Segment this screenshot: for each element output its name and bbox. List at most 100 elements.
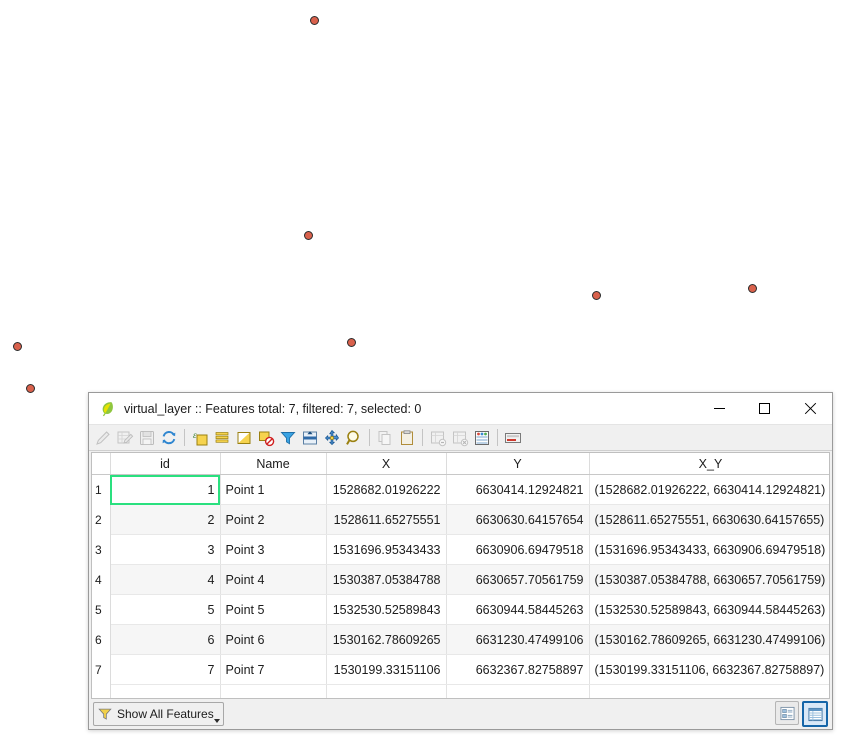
table-row[interactable]: 2 2 Point 2 1528611.65275551 6630630.641… [92,504,829,535]
cell-x[interactable]: 1530162.78609265 [326,624,447,655]
table-row[interactable]: 3 3 Point 3 1531696.95343433 6630906.694… [92,534,829,565]
cell-y[interactable]: 6630906.69479518 [446,534,590,565]
table-corner-header[interactable] [92,453,111,475]
table-row[interactable]: 1 1 Point 1 1528682.01926222 6630414.129… [92,474,829,505]
select-all-button[interactable] [211,427,233,449]
toolbar-separator [497,429,498,446]
window-titlebar[interactable]: virtual_layer :: Features total: 7, filt… [89,393,832,425]
expression-select-icon: ε [193,430,208,445]
open-field-calculator-button[interactable] [471,427,493,449]
select-by-expression-button[interactable]: ε [189,427,211,449]
row-header[interactable]: 1 [92,474,111,505]
cell-empty [446,684,590,698]
row-header[interactable]: 6 [92,624,111,655]
row-header[interactable]: 3 [92,534,111,565]
cell-x-y[interactable]: (1532530.52589843, 6630944.58445263) [589,594,829,625]
maximize-button[interactable] [742,393,787,424]
cell-name[interactable]: Point 4 [220,564,327,595]
reload-table-button[interactable] [158,427,180,449]
form-view-button[interactable] [775,701,799,725]
table-row[interactable]: 7 7 Point 7 1530199.33151106 6632367.827… [92,654,829,685]
toolbar-separator [184,429,185,446]
close-button[interactable] [787,393,832,424]
delete-column-icon [431,431,447,446]
deselect-all-button[interactable] [255,427,277,449]
zoom-to-selection-button[interactable] [343,427,365,449]
cell-id[interactable]: 4 [110,564,221,595]
cell-y[interactable]: 6630414.12924821 [446,474,590,505]
invert-selection-icon [237,431,251,444]
cell-name[interactable]: Point 1 [220,474,327,505]
cell-y[interactable]: 6630630.64157654 [446,504,590,535]
column-header-name[interactable]: Name [220,453,327,475]
map-point[interactable] [309,15,319,25]
map-point[interactable] [591,290,601,300]
cell-y[interactable]: 6631230.47499106 [446,624,590,655]
minimize-icon [714,408,725,409]
cell-name[interactable]: Point 3 [220,534,327,565]
minimize-button[interactable] [697,393,742,424]
table-row[interactable]: 6 6 Point 6 1530162.78609265 6631230.474… [92,624,829,655]
map-point[interactable] [346,337,356,347]
cell-x-y[interactable]: (1530387.05384788, 6630657.70561759) [589,564,829,595]
conditional-formatting-button[interactable] [502,427,524,449]
save-layer-edits-button[interactable] [136,427,158,449]
show-all-features-button[interactable]: Show All Features [93,702,224,726]
delete-field-button[interactable] [449,427,471,449]
column-header-y[interactable]: Y [446,453,590,475]
cell-x-y[interactable]: (1531696.95343433, 6630906.69479518) [589,534,829,565]
table-view-icon [807,707,823,721]
column-header-x-y[interactable]: X_Y [589,453,829,475]
save-edits-button[interactable] [114,427,136,449]
toggle-editing-button[interactable] [92,427,114,449]
cell-x[interactable]: 1531696.95343433 [326,534,447,565]
column-header-id[interactable]: id [110,453,221,475]
attribute-table-scroll-area[interactable]: id Name X Y X_Y 1 1 Point 1 1528682.0192… [91,452,830,699]
paste-features-button[interactable] [396,427,418,449]
map-point[interactable] [747,283,757,293]
move-selection-to-top-button[interactable] [299,427,321,449]
cell-x-y[interactable]: (1528682.01926222, 6630414.12924821) [589,474,829,505]
cell-x[interactable]: 1528682.01926222 [326,474,447,505]
cell-y[interactable]: 6630944.58445263 [446,594,590,625]
column-header-x[interactable]: X [326,453,447,475]
cell-x-y[interactable]: (1530162.78609265, 6631230.47499106) [589,624,829,655]
cell-id[interactable]: 6 [110,624,221,655]
cell-x-y[interactable]: (1528611.65275551, 6630630.64157655) [589,504,829,535]
cell-y[interactable]: 6630657.70561759 [446,564,590,595]
cell-x[interactable]: 1530387.05384788 [326,564,447,595]
cell-name[interactable]: Point 6 [220,624,327,655]
cell-id[interactable]: 3 [110,534,221,565]
invert-selection-button[interactable] [233,427,255,449]
pan-to-selection-button[interactable] [321,427,343,449]
table-row[interactable]: 5 5 Point 5 1532530.52589843 6630944.584… [92,594,829,625]
cell-id[interactable]: 2 [110,504,221,535]
table-view-button[interactable] [802,701,828,727]
map-point[interactable] [25,383,35,393]
table-row[interactable]: 4 4 Point 4 1530387.05384788 6630657.705… [92,564,829,595]
cell-id[interactable]: 5 [110,594,221,625]
refresh-icon [162,430,176,444]
copy-features-button[interactable] [374,427,396,449]
cell-x-y[interactable]: (1530199.33151106, 6632367.82758897) [589,654,829,685]
row-header[interactable]: 7 [92,654,111,685]
row-header[interactable]: 4 [92,564,111,595]
show-all-features-label: Show All Features [117,707,214,721]
row-header[interactable]: 2 [92,504,111,535]
cell-x[interactable]: 1532530.52589843 [326,594,447,625]
cell-name[interactable]: Point 5 [220,594,327,625]
cell-x[interactable]: 1528611.65275551 [326,504,447,535]
map-point[interactable] [303,230,313,240]
cell-id[interactable]: 1 [110,474,221,505]
attribute-table-statusbar: Show All Features [89,699,832,729]
cell-x[interactable]: 1530199.33151106 [326,654,447,685]
filter-select-button[interactable] [277,427,299,449]
cell-name[interactable]: Point 7 [220,654,327,685]
cell-id[interactable]: 7 [110,654,221,685]
cell-y[interactable]: 6632367.82758897 [446,654,590,685]
delete-selected-button[interactable] [427,427,449,449]
cell-name[interactable]: Point 2 [220,504,327,535]
row-header[interactable]: 5 [92,594,111,625]
map-point[interactable] [12,341,22,351]
window-controls [697,393,832,424]
